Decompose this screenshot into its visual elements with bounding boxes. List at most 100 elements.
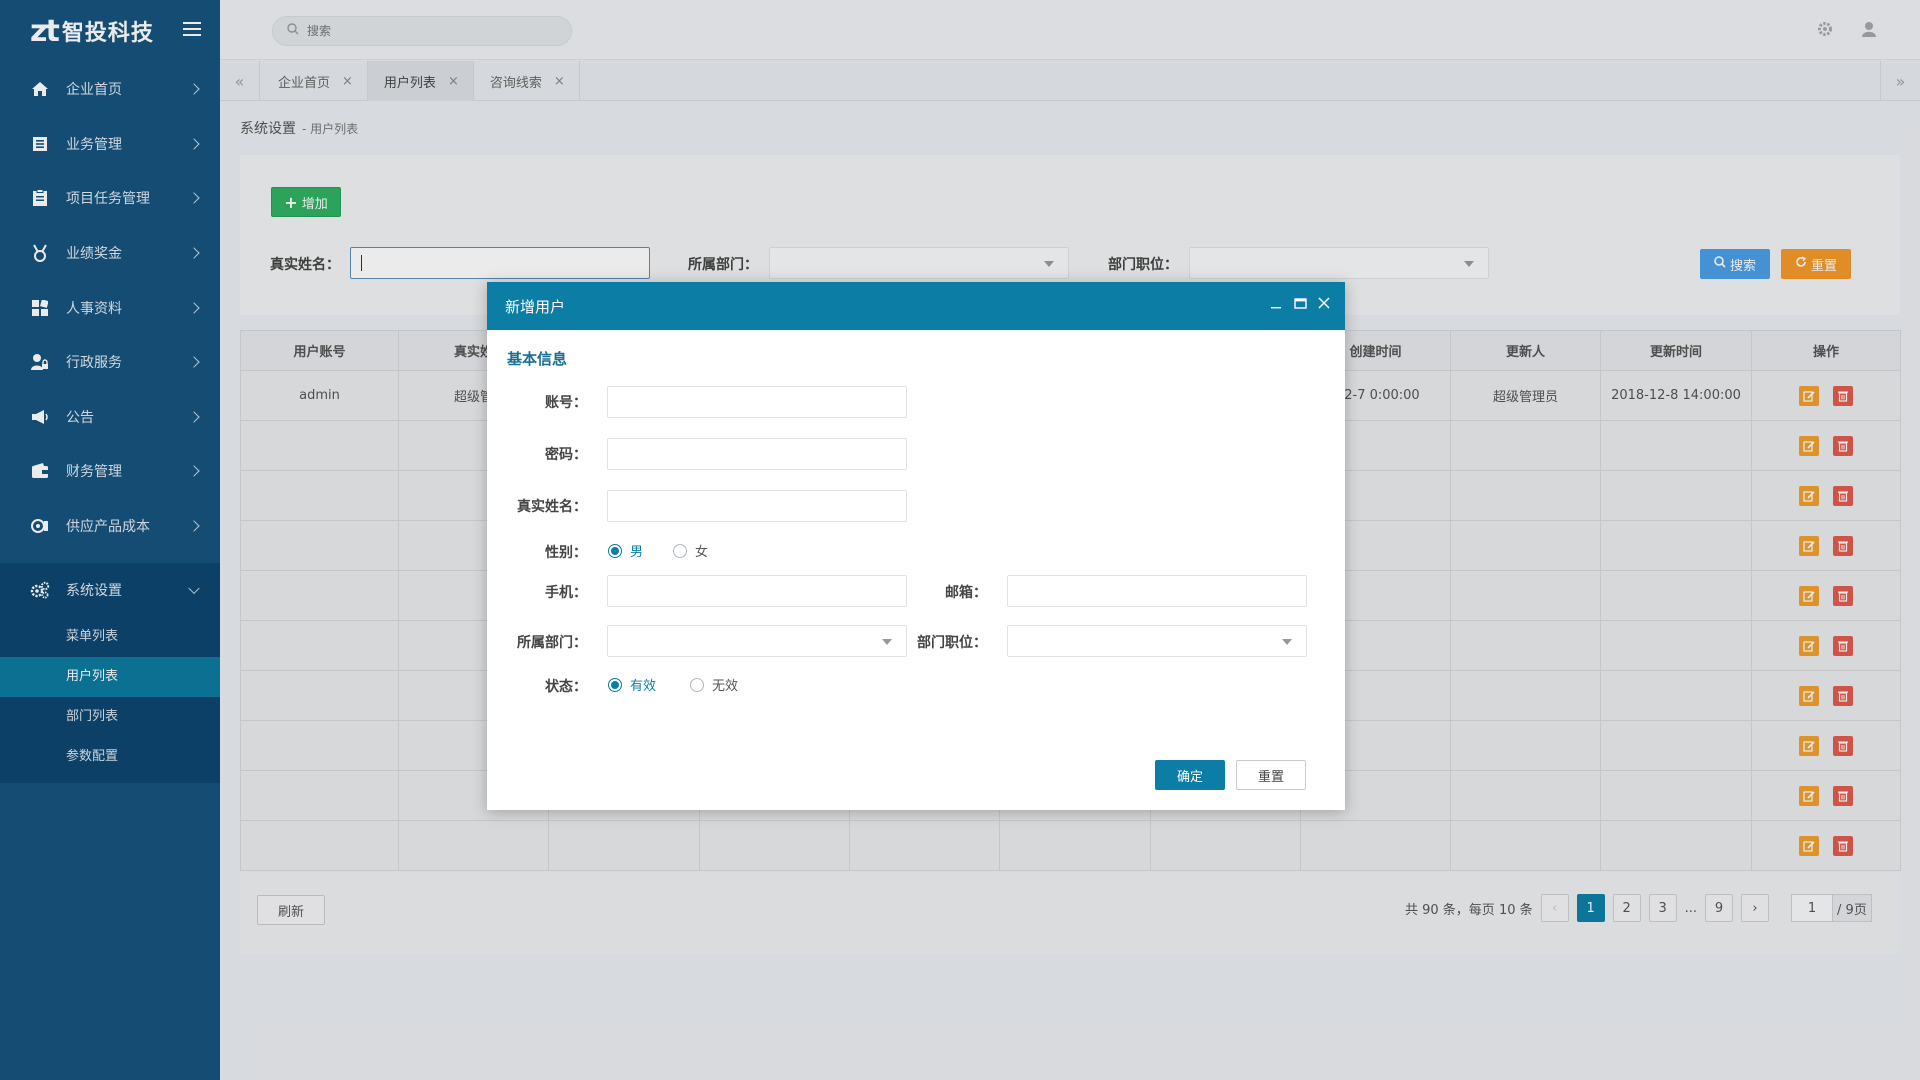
prev-page-icon[interactable]: ‹	[1540, 894, 1569, 922]
table-cell	[1450, 670, 1601, 721]
sidebar-item-home[interactable]: 企业首页	[0, 62, 220, 117]
tab-leads[interactable]: 咨询线索 ×	[474, 61, 580, 101]
chevron-down-icon	[1044, 261, 1054, 267]
medal-icon	[30, 243, 50, 263]
chevron-right-icon	[188, 138, 200, 150]
user-icon[interactable]	[1858, 18, 1880, 40]
sidebar-item-system-settings[interactable]: 系统设置	[0, 563, 220, 618]
edit-icon[interactable]	[1799, 785, 1819, 806]
edit-icon[interactable]	[1799, 385, 1819, 406]
sidebar-item-label: 供应产品成本	[66, 519, 150, 536]
next-page-icon[interactable]: ›	[1741, 894, 1770, 922]
add-user-button[interactable]: + 增加	[271, 187, 341, 217]
edit-icon[interactable]	[1799, 835, 1819, 856]
submenu-item-menu-list[interactable]: 菜单列表	[0, 617, 220, 657]
refresh-button[interactable]: 刷新	[257, 895, 326, 925]
gender-female-radio[interactable]	[673, 543, 688, 558]
delete-icon[interactable]	[1833, 685, 1853, 706]
delete-icon[interactable]	[1833, 535, 1853, 556]
sidebar-item-notice[interactable]: 公告	[0, 390, 220, 445]
position-select[interactable]	[1007, 625, 1307, 657]
menu-toggle-icon[interactable]	[183, 22, 201, 36]
table-cell	[240, 820, 399, 871]
close-icon[interactable]: ×	[448, 74, 459, 89]
edit-icon[interactable]	[1799, 535, 1819, 556]
submenu-item-dept-list[interactable]: 部门列表	[0, 697, 220, 737]
close-icon[interactable]: ×	[342, 74, 353, 89]
gear-icon[interactable]	[1814, 18, 1836, 40]
sidebar-item-finance[interactable]: 财务管理	[0, 444, 220, 499]
tab-user-list[interactable]: 用户列表 ×	[367, 61, 474, 101]
reset-button[interactable]: 重置	[1781, 249, 1851, 279]
email-input[interactable]	[1007, 575, 1307, 607]
chevron-right-icon	[188, 356, 200, 368]
name-filter-input[interactable]	[350, 247, 650, 279]
dept-filter-select[interactable]	[769, 247, 1069, 279]
sidebar-item-hr[interactable]: 人事资料	[0, 280, 220, 335]
delete-icon[interactable]	[1833, 385, 1853, 406]
table-cell	[1450, 570, 1601, 621]
col-ops: 操作	[1751, 330, 1901, 371]
page-1-button[interactable]: 1	[1576, 894, 1605, 922]
close-icon[interactable]: ×	[554, 74, 565, 89]
delete-icon[interactable]	[1833, 435, 1853, 456]
cost-icon	[30, 516, 50, 536]
tabs-scroll-right-icon[interactable]: »	[1880, 61, 1920, 101]
table-cell	[1450, 720, 1601, 771]
page-jump-input[interactable]: 1	[1791, 894, 1834, 922]
table-cell: 超级管理员	[1450, 370, 1601, 421]
tabs-scroll-left-icon[interactable]: «	[220, 61, 260, 101]
account-input[interactable]	[607, 386, 907, 418]
chevron-right-icon	[188, 411, 200, 423]
delete-icon[interactable]	[1833, 585, 1853, 606]
phone-input[interactable]	[607, 575, 907, 607]
delete-icon[interactable]	[1833, 835, 1853, 856]
close-icon[interactable]	[1317, 296, 1331, 310]
password-input[interactable]	[607, 438, 907, 470]
edit-icon[interactable]	[1799, 585, 1819, 606]
dept-select[interactable]	[607, 625, 907, 657]
edit-icon[interactable]	[1799, 635, 1819, 656]
edit-icon[interactable]	[1799, 735, 1819, 756]
submenu-item-user-list[interactable]: 用户列表	[0, 657, 220, 698]
table-cell	[1600, 470, 1752, 521]
sidebar-item-supply-cost[interactable]: 供应产品成本	[0, 499, 220, 554]
submenu-item-params[interactable]: 参数配置	[0, 737, 220, 777]
sidebar-item-admin-services[interactable]: 行政服务	[0, 335, 220, 390]
position-filter-select[interactable]	[1189, 247, 1489, 279]
search-button[interactable]: 搜索	[1700, 249, 1770, 279]
sidebar-item-label: 系统设置	[66, 583, 122, 600]
search-input[interactable]	[307, 24, 547, 38]
delete-icon[interactable]	[1833, 485, 1853, 506]
wallet-icon	[30, 461, 50, 481]
maximize-icon[interactable]	[1293, 296, 1307, 310]
gender-male-radio[interactable]	[608, 543, 622, 558]
chevron-right-icon	[188, 83, 200, 95]
table-cell	[1150, 820, 1301, 871]
sidebar-item-project-tasks[interactable]: 项目任务管理	[0, 171, 220, 226]
realname-input[interactable]	[607, 490, 907, 522]
dialog-reset-button[interactable]: 重置	[1236, 760, 1306, 790]
edit-icon[interactable]	[1799, 485, 1819, 506]
status-invalid-radio[interactable]	[690, 677, 705, 692]
edit-icon[interactable]	[1799, 685, 1819, 706]
realname-label: 真实姓名：	[517, 499, 587, 515]
table-cell	[1600, 770, 1752, 821]
phone-label: 手机：	[545, 585, 587, 601]
edit-icon[interactable]	[1799, 435, 1819, 456]
status-valid-radio[interactable]	[608, 677, 622, 692]
sidebar-item-business[interactable]: 业务管理	[0, 117, 220, 172]
delete-icon[interactable]	[1833, 735, 1853, 756]
delete-icon[interactable]	[1833, 785, 1853, 806]
sidebar-item-label: 企业首页	[66, 82, 122, 99]
gender-radio-group: 男 女	[608, 541, 730, 560]
page-2-button[interactable]: 2	[1612, 894, 1641, 922]
sidebar-item-bonus[interactable]: 业绩奖金	[0, 226, 220, 281]
confirm-button[interactable]: 确定	[1155, 760, 1225, 790]
delete-icon[interactable]	[1833, 635, 1853, 656]
page-last-button[interactable]: 9	[1705, 894, 1734, 922]
global-search[interactable]	[272, 16, 572, 46]
page-3-button[interactable]: 3	[1648, 894, 1677, 922]
tab-home[interactable]: 企业首页 ×	[262, 61, 368, 101]
minimize-icon[interactable]	[1269, 296, 1283, 310]
